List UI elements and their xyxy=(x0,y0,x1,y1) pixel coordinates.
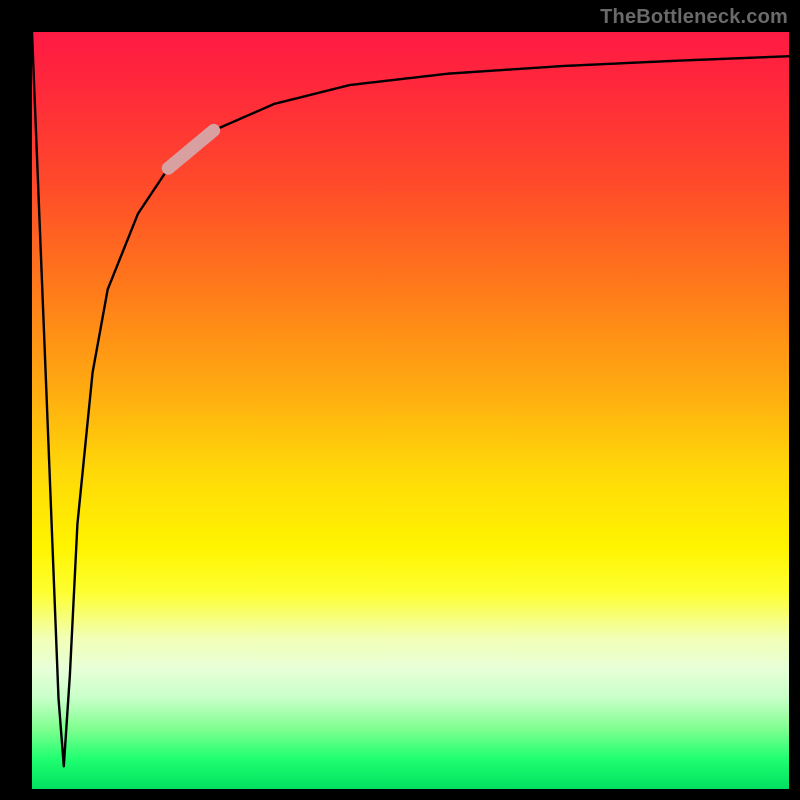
curve-layer xyxy=(32,32,789,789)
attribution-label: TheBottleneck.com xyxy=(600,6,788,29)
bottleneck-curve xyxy=(32,32,789,766)
chart-frame: TheBottleneck.com xyxy=(0,0,800,800)
curve-highlight xyxy=(168,130,213,168)
plot-area xyxy=(32,32,789,789)
